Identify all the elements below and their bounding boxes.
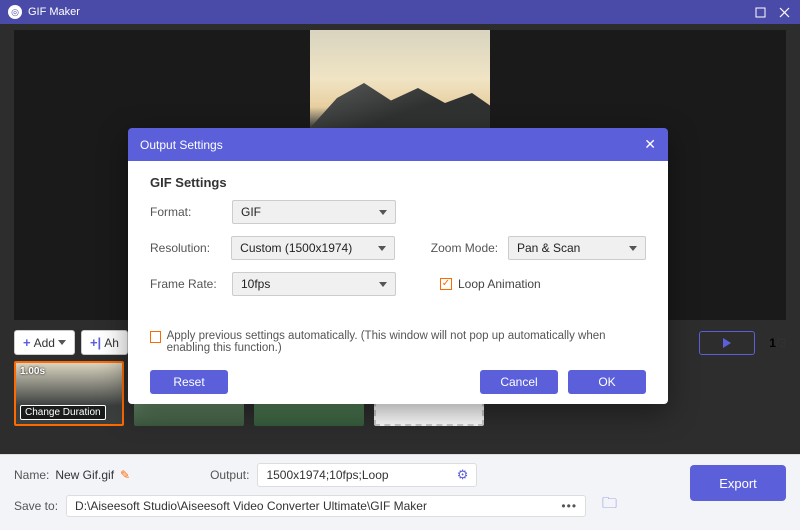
cancel-button[interactable]: Cancel <box>480 370 558 394</box>
gear-icon[interactable]: ⚙ <box>457 467 469 483</box>
resolution-label: Resolution: <box>150 241 231 255</box>
save-path-box[interactable]: D:\Aiseesoft Studio\Aiseesoft Video Conv… <box>66 495 586 517</box>
play-icon <box>723 338 731 348</box>
app-title: GIF Maker <box>28 6 80 18</box>
edit-name-icon[interactable]: ✎ <box>120 468 130 482</box>
chevron-down-icon <box>379 210 387 215</box>
save-to-label: Save to: <box>14 499 58 513</box>
dialog-footer: Reset Cancel OK <box>150 364 646 394</box>
name-label: Name: <box>14 468 49 482</box>
add-button[interactable]: +Add <box>14 330 75 355</box>
page-indicator: 1/3 <box>769 336 786 350</box>
frame-rate-label: Frame Rate: <box>150 277 232 291</box>
browse-icon[interactable]: ••• <box>561 499 577 513</box>
add-button-label: Add <box>34 336 55 350</box>
chevron-down-icon <box>378 246 386 251</box>
zoom-mode-label: Zoom Mode: <box>431 241 508 255</box>
ahead-button[interactable]: +|Ah <box>81 330 128 355</box>
app-logo-icon: ◎ <box>8 5 22 19</box>
dialog-close-button[interactable]: ✕ <box>644 136 656 153</box>
plus-icon: + <box>23 335 31 350</box>
loop-animation-checkbox[interactable] <box>440 278 452 290</box>
export-button[interactable]: Export <box>690 465 786 501</box>
change-duration-button[interactable]: Change Duration <box>20 405 106 420</box>
loop-animation-label: Loop Animation <box>458 277 541 291</box>
ok-button[interactable]: OK <box>568 370 646 394</box>
format-label: Format: <box>150 205 232 219</box>
open-folder-icon[interactable]: 🗀 <box>602 493 617 518</box>
window-maximize-button[interactable] <box>752 4 768 20</box>
window-close-button[interactable] <box>776 4 792 20</box>
apply-previous-label: Apply previous settings automatically. (… <box>167 330 646 354</box>
thumbnail-duration: 1.00s <box>20 366 45 377</box>
bottom-panel: Name: New Gif.gif ✎ Output: 1500x1974;10… <box>0 454 800 530</box>
frame-rate-select[interactable]: 10fps <box>232 272 396 296</box>
output-value: 1500x1974;10fps;Loop <box>266 468 388 482</box>
resolution-select[interactable]: Custom (1500x1974) <box>231 236 395 260</box>
name-value: New Gif.gif <box>55 468 114 482</box>
output-settings-dialog: Output Settings ✕ GIF Settings Format: G… <box>128 128 668 404</box>
thumbnail-1[interactable]: 1.00s Change Duration <box>14 361 124 426</box>
chevron-down-icon <box>379 282 387 287</box>
dropdown-caret-icon <box>58 340 66 345</box>
output-value-box[interactable]: 1500x1974;10fps;Loop ⚙ <box>257 463 477 487</box>
export-button-label: Export <box>719 476 757 491</box>
output-label: Output: <box>210 468 249 482</box>
play-button[interactable] <box>699 331 755 355</box>
apply-previous-checkbox[interactable] <box>150 331 161 343</box>
format-select[interactable]: GIF <box>232 200 396 224</box>
dialog-title: Output Settings <box>140 138 223 152</box>
chevron-down-icon <box>629 246 637 251</box>
dialog-header: Output Settings ✕ <box>128 128 668 161</box>
plus-icon: +| <box>90 335 101 350</box>
reset-button[interactable]: Reset <box>150 370 228 394</box>
zoom-mode-select[interactable]: Pan & Scan <box>508 236 646 260</box>
ahead-button-label: Ah <box>104 336 119 350</box>
titlebar: ◎ GIF Maker <box>0 0 800 24</box>
section-title: GIF Settings <box>150 175 646 190</box>
save-path-value: D:\Aiseesoft Studio\Aiseesoft Video Conv… <box>75 499 427 513</box>
apply-previous-note: Apply previous settings automatically. (… <box>150 330 646 354</box>
